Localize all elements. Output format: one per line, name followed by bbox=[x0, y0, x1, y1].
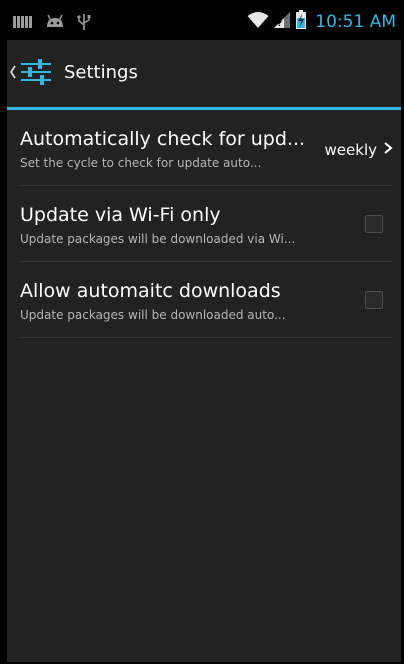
notification-icons bbox=[13, 13, 91, 35]
battery-icon bbox=[295, 10, 307, 34]
sliders-icon bbox=[19, 57, 53, 91]
pref-title: Update via Wi-Fi only bbox=[20, 204, 221, 226]
pref-summary: Update packages will be downloaded auto.… bbox=[20, 308, 286, 322]
action-bar: Settings bbox=[7, 40, 401, 107]
pref-auto-download[interactable]: Allow automaitc downloads Update package… bbox=[7, 262, 401, 338]
pref-wifi-only[interactable]: Update via Wi-Fi only Update packages wi… bbox=[7, 186, 401, 262]
clock: 10:51 AM bbox=[315, 12, 396, 32]
pref-auto-check[interactable]: Automatically check for upd... Set the c… bbox=[7, 110, 401, 186]
auto-download-checkbox[interactable] bbox=[365, 291, 383, 309]
status-bar: ? 10:51 AM bbox=[7, 4, 401, 40]
pref-title: Allow automaitc downloads bbox=[20, 280, 281, 302]
usb-icon bbox=[77, 13, 91, 35]
pref-title: Automatically check for upd... bbox=[20, 128, 306, 150]
pref-summary: Update packages will be downloaded via W… bbox=[20, 232, 296, 246]
pref-value: weekly bbox=[325, 140, 393, 160]
svg-text:?: ? bbox=[277, 19, 282, 29]
chevron-left-icon bbox=[9, 64, 17, 84]
android-icon bbox=[45, 14, 65, 34]
wifi-only-checkbox[interactable] bbox=[365, 215, 383, 233]
chevron-right-icon bbox=[383, 140, 393, 160]
preference-list: Automatically check for upd... Set the c… bbox=[7, 110, 401, 338]
page-title: Settings bbox=[64, 62, 138, 83]
wifi-icon bbox=[247, 11, 269, 33]
pref-value-label: weekly bbox=[324, 141, 377, 159]
up-button[interactable] bbox=[9, 58, 53, 90]
pref-summary: Set the cycle to check for update auto..… bbox=[20, 156, 262, 170]
device-frame: ? 10:51 AM Settings Automatically check … bbox=[0, 0, 404, 664]
screen: ? 10:51 AM Settings Automatically check … bbox=[7, 4, 401, 662]
sim-icon bbox=[13, 14, 33, 34]
system-icons: ? 10:51 AM bbox=[247, 10, 396, 34]
divider bbox=[19, 337, 391, 338]
signal-icon: ? bbox=[273, 11, 291, 33]
